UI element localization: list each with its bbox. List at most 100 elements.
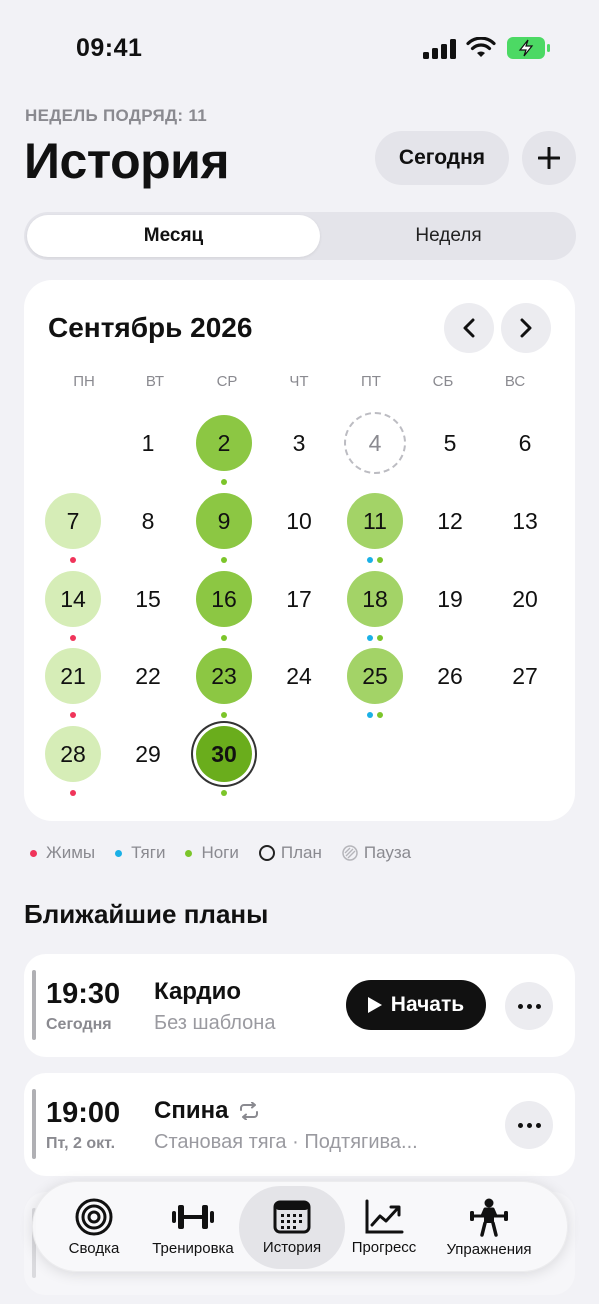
calendar-day[interactable]: 21: [45, 648, 101, 704]
calendar-day[interactable]: 23: [196, 648, 252, 704]
more-dot: [535, 1003, 541, 1009]
more-button[interactable]: [505, 982, 553, 1030]
chevron-left-icon: [463, 318, 475, 338]
calendar-day[interactable]: 26: [422, 648, 478, 704]
legend-label: План: [280, 843, 322, 862]
day-markers: [221, 635, 227, 641]
dumbbell-icon: [172, 1205, 214, 1229]
calendar-day[interactable]: 16: [196, 571, 252, 627]
calendar-day[interactable]: 10: [271, 493, 327, 549]
calendar-month-title: Сентябрь 2026: [48, 312, 253, 343]
calendar-day-planned[interactable]: 4: [344, 412, 406, 474]
calendar-legend: Жимы Тяги Ноги План Пауза: [30, 843, 431, 863]
plan-template: Без шаблона: [154, 1012, 276, 1034]
plan-accent-bar: [32, 970, 36, 1040]
calendar-day[interactable]: 3: [271, 415, 327, 471]
legend-label: Ноги: [201, 843, 239, 862]
tab-bar: Сводка Тренировка История Прогресс Упраж…: [32, 1181, 568, 1272]
calendar-day-today[interactable]: 30: [196, 726, 252, 782]
plan-name: Спина: [154, 1097, 260, 1125]
day-markers: [367, 712, 383, 718]
plan-day: Сегодня: [46, 1016, 112, 1033]
calendar-day[interactable]: 19: [422, 571, 478, 627]
chevron-right-icon: [520, 318, 532, 338]
weekday-label: СР: [216, 373, 238, 390]
calendar-day[interactable]: 6: [497, 415, 553, 471]
chart-trend-icon: [365, 1199, 404, 1234]
tab-label: Сводка: [68, 1240, 120, 1257]
legend-plan: План: [258, 843, 322, 863]
tab-label: Упражнения: [446, 1241, 532, 1258]
day-markers: [221, 790, 227, 796]
calendar-day[interactable]: 2: [196, 415, 252, 471]
calendar-day[interactable]: 24: [271, 648, 327, 704]
calendar-day[interactable]: 27: [497, 648, 553, 704]
plan-card[interactable]: 19:00 Пт, 2 окт. Спина Становая тяга · П…: [24, 1073, 575, 1176]
more-button[interactable]: [505, 1101, 553, 1149]
calendar-day[interactable]: 17: [271, 571, 327, 627]
calendar-day[interactable]: 22: [120, 648, 176, 704]
wifi-icon: [466, 37, 496, 57]
legend-pause: Пауза: [342, 843, 411, 863]
tab-progress[interactable]: Прогресс: [341, 1182, 427, 1273]
plan-day: Пт, 2 окт.: [46, 1135, 116, 1152]
calendar-day[interactable]: 18: [347, 571, 403, 627]
calendar-day[interactable]: 9: [196, 493, 252, 549]
weekday-label: ПТ: [361, 373, 381, 390]
day-markers: [70, 712, 76, 718]
calendar-day[interactable]: 7: [45, 493, 101, 549]
tab-exercises[interactable]: Упражнения: [433, 1182, 545, 1273]
day-markers: [221, 557, 227, 563]
calendar-icon: [273, 1200, 311, 1234]
tab-workout[interactable]: Тренировка: [141, 1182, 245, 1273]
segment-week[interactable]: Неделя: [324, 215, 573, 257]
more-dot: [526, 1003, 532, 1009]
tab-label: История: [262, 1239, 322, 1256]
weekday-label: ВС: [504, 373, 526, 390]
plus-icon: [538, 147, 560, 169]
calendar-day[interactable]: 5: [422, 415, 478, 471]
play-icon: [367, 997, 382, 1013]
segment-month[interactable]: Месяц: [27, 215, 320, 257]
tab-history[interactable]: История: [239, 1186, 345, 1269]
calendar-day[interactable]: 11: [347, 493, 403, 549]
weekday-label: ЧТ: [289, 373, 309, 390]
calendar-day[interactable]: 14: [45, 571, 101, 627]
add-button[interactable]: [522, 131, 576, 185]
calendar-day[interactable]: 25: [347, 648, 403, 704]
weekday-label: ВТ: [145, 373, 165, 390]
more-dot: [517, 1122, 523, 1128]
more-dot: [535, 1122, 541, 1128]
next-month-button[interactable]: [501, 303, 551, 353]
calendar-day[interactable]: 13: [497, 493, 553, 549]
calendar-day[interactable]: 28: [45, 726, 101, 782]
day-markers: [70, 635, 76, 641]
today-button[interactable]: Сегодня: [375, 131, 509, 185]
plan-time: 19:00: [46, 1097, 121, 1129]
plan-card[interactable]: 19:30 Сегодня Кардио Без шаблона Начать: [24, 954, 575, 1057]
repeat-icon: [240, 1102, 259, 1120]
legend-pull: Тяги: [115, 843, 165, 863]
calendar-day[interactable]: 8: [120, 493, 176, 549]
weekday-label: СБ: [432, 373, 454, 390]
calendar-day[interactable]: 12: [422, 493, 478, 549]
calendar-day[interactable]: 15: [120, 571, 176, 627]
calendar-day[interactable]: 1: [120, 415, 176, 471]
pause-pattern-icon: [342, 845, 358, 861]
legend-push: Жимы: [30, 843, 95, 863]
weekday-label: ПН: [73, 373, 95, 390]
plan-exercises: Становая тяга · Подтягива...: [154, 1131, 418, 1153]
legend-legs: Ноги: [185, 843, 239, 863]
calendar-day[interactable]: 29: [120, 726, 176, 782]
prev-month-button[interactable]: [444, 303, 494, 353]
weeks-streak: НЕДЕЛЬ ПОДРЯД: 11: [25, 106, 207, 125]
calendar-day[interactable]: 20: [497, 571, 553, 627]
tab-summary[interactable]: Сводка: [53, 1182, 135, 1273]
plan-name-text: Кардио: [154, 978, 241, 1005]
status-bar: 09:41: [0, 0, 599, 96]
calendar-card: Сентябрь 2026 ПН ВТ СР ЧТ ПТ СБ ВС 1 2 3…: [24, 280, 575, 821]
status-time: 09:41: [76, 34, 143, 62]
more-dot: [517, 1003, 523, 1009]
start-button[interactable]: Начать: [346, 980, 486, 1030]
more-dot: [526, 1122, 532, 1128]
